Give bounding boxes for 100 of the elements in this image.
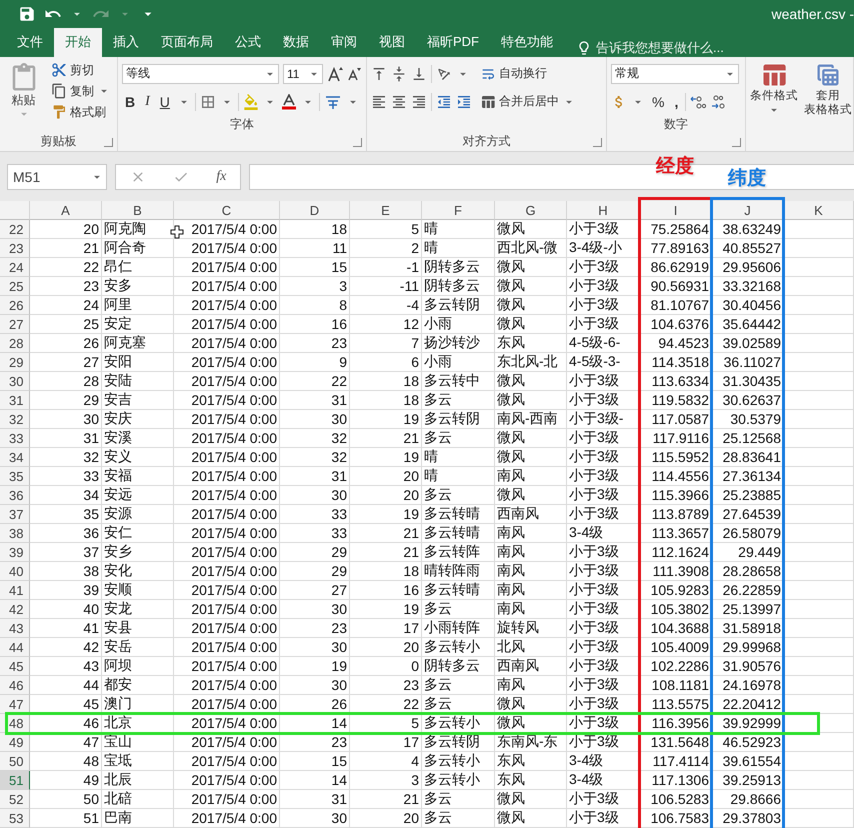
paste-button[interactable]: 粘贴: [4, 60, 43, 132]
tell-me-field[interactable]: 告诉我您想要做什么...: [596, 38, 724, 57]
launcher-icon[interactable]: [104, 138, 113, 148]
table-cell: 多云转晴: [422, 524, 495, 544]
decrease-decimal-icon[interactable]: [710, 94, 726, 109]
underline-button[interactable]: U: [156, 94, 173, 110]
font-color-icon[interactable]: [280, 94, 297, 110]
phonetic-guide-icon[interactable]: [324, 94, 342, 110]
row-header[interactable]: 39: [0, 543, 30, 562]
table-cell: 25.13997: [712, 600, 784, 620]
ribbon-tab[interactable]: 审阅: [320, 28, 368, 57]
cut-button[interactable]: 剪切: [49, 60, 113, 80]
align-middle-icon[interactable]: [391, 66, 407, 82]
ribbon-tab[interactable]: 视图: [368, 28, 416, 57]
align-right-icon[interactable]: [411, 94, 427, 110]
insert-function-button[interactable]: fx: [216, 168, 226, 185]
row-header[interactable]: 26: [0, 296, 30, 316]
column-header[interactable]: K: [784, 201, 854, 220]
comma-style-button[interactable]: ,: [671, 94, 682, 110]
column-header[interactable]: F: [422, 201, 495, 220]
row-header[interactable]: 29: [0, 353, 30, 372]
percent-button[interactable]: %: [649, 94, 668, 110]
number-format-select[interactable]: 常规: [611, 64, 739, 84]
column-header[interactable]: J: [712, 201, 784, 220]
conditional-format-button[interactable]: 条件格式: [750, 60, 798, 152]
table-cell: 安源: [102, 505, 174, 524]
row-header[interactable]: 40: [0, 562, 30, 582]
column-header[interactable]: B: [102, 201, 174, 220]
row-header[interactable]: 22: [0, 220, 30, 240]
row-header[interactable]: 32: [0, 410, 30, 430]
row-header[interactable]: 37: [0, 505, 30, 524]
align-top-icon[interactable]: [371, 66, 387, 82]
font-name-select[interactable]: 等线: [122, 64, 279, 84]
row-header[interactable]: 41: [0, 581, 30, 600]
table-cell: 23: [280, 334, 350, 354]
column-header[interactable]: C: [174, 201, 280, 220]
column-header[interactable]: D: [280, 201, 350, 220]
ribbon-tab[interactable]: 文件: [6, 28, 54, 57]
row-header[interactable]: 52: [0, 790, 30, 810]
row-header[interactable]: 50: [0, 752, 30, 772]
column-header[interactable]: E: [350, 201, 422, 220]
save-icon[interactable]: [18, 4, 36, 23]
table-cell: 4-5级-3-: [567, 353, 640, 372]
row-header[interactable]: 34: [0, 448, 30, 468]
row-header[interactable]: 33: [0, 429, 30, 448]
ribbon-tab[interactable]: 页面布局: [150, 28, 224, 57]
row-header[interactable]: 51: [0, 771, 30, 790]
bold-button[interactable]: B: [122, 94, 138, 110]
wrap-text-button[interactable]: 自动换行: [478, 64, 549, 84]
row-header[interactable]: 25: [0, 277, 30, 296]
font-size-select[interactable]: 11: [283, 64, 323, 84]
ribbon-tab[interactable]: 福昕PDF: [416, 28, 490, 57]
row-header[interactable]: 49: [0, 733, 30, 752]
fill-color-icon[interactable]: [242, 94, 259, 110]
ribbon-tab[interactable]: 开始: [54, 28, 102, 57]
copy-button[interactable]: 复制: [49, 82, 113, 101]
align-center-icon[interactable]: [391, 94, 407, 110]
align-bottom-icon[interactable]: [411, 66, 427, 82]
ribbon-tab[interactable]: 数据: [272, 28, 320, 57]
table-cell: 81.10767: [640, 296, 712, 316]
row-header[interactable]: 36: [0, 486, 30, 506]
launcher-icon[interactable]: [593, 138, 602, 148]
align-left-icon[interactable]: [371, 94, 387, 110]
row-header[interactable]: 38: [0, 524, 30, 544]
grow-font-icon[interactable]: [327, 66, 343, 82]
name-box[interactable]: M51: [7, 164, 107, 190]
row-header[interactable]: 43: [0, 619, 30, 638]
increase-decimal-icon[interactable]: [690, 94, 706, 109]
table-cell: 21: [350, 524, 422, 544]
ribbon-tab[interactable]: 插入: [102, 28, 150, 57]
increase-indent-icon[interactable]: [456, 94, 472, 110]
column-header[interactable]: I: [640, 201, 712, 220]
decrease-indent-icon[interactable]: [436, 94, 452, 110]
ribbon-tab[interactable]: 特色功能: [490, 28, 564, 57]
merge-center-button[interactable]: 合并后居中: [478, 92, 578, 112]
row-header[interactable]: 31: [0, 391, 30, 410]
column-header[interactable]: A: [30, 201, 102, 220]
format-as-table-button[interactable]: 套用 表格格式: [804, 60, 852, 152]
borders-icon[interactable]: [200, 94, 216, 110]
shrink-font-icon[interactable]: [347, 66, 361, 81]
row-header[interactable]: 46: [0, 676, 30, 696]
column-header[interactable]: G: [495, 201, 567, 220]
row-header[interactable]: 44: [0, 638, 30, 658]
table-cell: 晴: [422, 239, 495, 258]
row-header[interactable]: 47: [0, 695, 30, 714]
row-header[interactable]: 27: [0, 315, 30, 334]
italic-button[interactable]: I: [142, 94, 153, 110]
column-header[interactable]: H: [567, 201, 640, 220]
ribbon-tab[interactable]: 公式: [224, 28, 272, 57]
launcher-icon[interactable]: [353, 138, 362, 148]
row-header[interactable]: 28: [0, 334, 30, 354]
row-header[interactable]: 30: [0, 372, 30, 392]
launcher-icon[interactable]: [732, 138, 741, 148]
row-header[interactable]: 24: [0, 258, 30, 278]
row-header[interactable]: 53: [0, 809, 30, 828]
row-header[interactable]: 42: [0, 600, 30, 620]
row-header[interactable]: 45: [0, 657, 30, 676]
format-painter-button[interactable]: 格式刷: [49, 102, 113, 122]
row-header[interactable]: 23: [0, 239, 30, 258]
row-header[interactable]: 35: [0, 467, 30, 486]
